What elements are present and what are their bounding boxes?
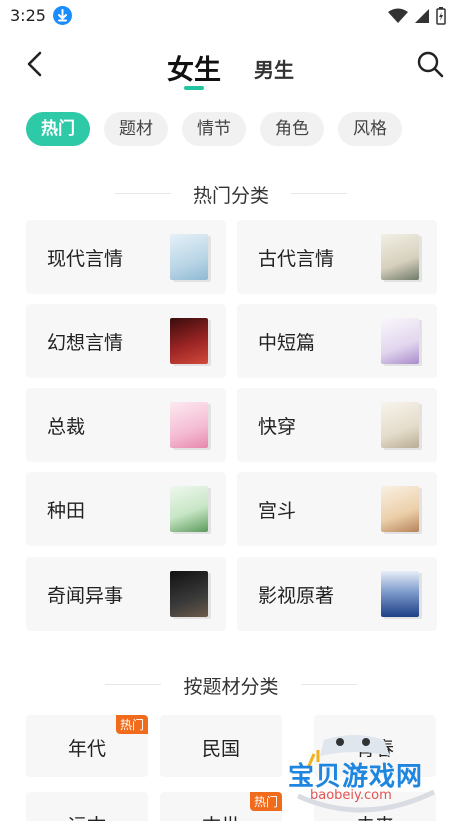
- battery-icon: [436, 7, 446, 25]
- subject-label: 年代: [67, 738, 106, 760]
- book-cover: [381, 402, 419, 448]
- section-title-hot: 热门分类: [0, 181, 462, 208]
- hot-badge: 热门: [115, 715, 148, 734]
- book-cover: [381, 486, 419, 532]
- chip-subject[interactable]: 题材: [104, 112, 168, 146]
- category-card[interactable]: 奇闻异事: [26, 557, 226, 631]
- category-label: 奇闻异事: [47, 585, 124, 607]
- back-icon[interactable]: [22, 50, 50, 78]
- subject-card[interactable]: 末世 热门: [160, 792, 282, 821]
- subject-card[interactable]: 远古: [26, 792, 148, 821]
- category-label: 宫斗: [258, 500, 297, 522]
- category-label: 总裁: [47, 416, 86, 438]
- category-label: 影视原著: [258, 585, 335, 607]
- subject-card[interactable]: 民国: [160, 715, 282, 777]
- category-label: 中短篇: [258, 332, 316, 354]
- subject-label: 民国: [201, 738, 240, 760]
- category-card[interactable]: 古代言情: [237, 220, 437, 294]
- filter-chips: 热门 题材 情节 角色 风格: [26, 112, 402, 146]
- chip-plot[interactable]: 情节: [182, 112, 246, 146]
- category-label: 幻想言情: [47, 332, 124, 354]
- chip-role[interactable]: 角色: [260, 112, 324, 146]
- book-cover: [381, 571, 419, 617]
- book-cover: [170, 234, 208, 280]
- subject-label: 远古: [26, 811, 148, 821]
- watermark-url: baobeiy.com: [310, 788, 392, 803]
- tab-female[interactable]: 女生: [167, 48, 221, 87]
- subject-card[interactable]: 年代 热门: [26, 715, 148, 777]
- book-cover: [170, 402, 208, 448]
- search-icon[interactable]: [416, 50, 444, 78]
- category-label: 古代言情: [258, 248, 335, 270]
- header: 女生 男生: [0, 38, 462, 98]
- section-title-subject: 按题材分类: [0, 672, 462, 699]
- category-label: 现代言情: [47, 248, 124, 270]
- book-cover: [381, 318, 419, 364]
- category-label: 种田: [47, 500, 86, 522]
- category-card[interactable]: 宫斗: [237, 472, 437, 546]
- watermark-logo: 宝贝游戏网 baobeiy.com: [284, 726, 444, 816]
- category-card[interactable]: 影视原著: [237, 557, 437, 631]
- category-card[interactable]: 中短篇: [237, 304, 437, 378]
- book-cover: [170, 318, 208, 364]
- category-label: 快穿: [258, 416, 297, 438]
- subject-label: 末世: [160, 811, 282, 821]
- category-card[interactable]: 现代言情: [26, 220, 226, 294]
- book-cover: [381, 234, 419, 280]
- tab-indicator: [184, 86, 204, 90]
- wifi-icon: [388, 8, 408, 23]
- chip-hot[interactable]: 热门: [26, 112, 90, 146]
- book-cover: [170, 571, 208, 617]
- book-cover: [170, 486, 208, 532]
- tab-male[interactable]: 男生: [254, 54, 294, 83]
- category-card[interactable]: 总裁: [26, 388, 226, 462]
- hot-badge: 热门: [249, 792, 282, 811]
- category-card[interactable]: 快穿: [237, 388, 437, 462]
- chip-style[interactable]: 风格: [338, 112, 402, 146]
- category-card[interactable]: 种田: [26, 472, 226, 546]
- status-bar: 3:25: [0, 0, 462, 32]
- download-icon: [53, 6, 72, 25]
- category-card[interactable]: 幻想言情: [26, 304, 226, 378]
- status-time: 3:25: [10, 6, 46, 25]
- signal-icon: [415, 9, 429, 23]
